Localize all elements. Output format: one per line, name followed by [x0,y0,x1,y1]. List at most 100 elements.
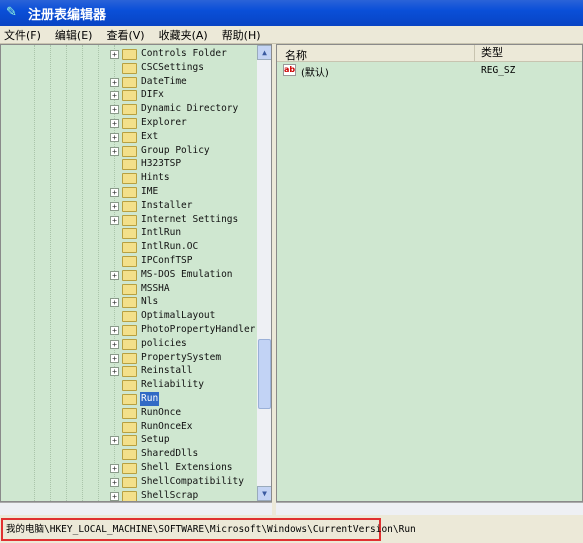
expand-icon[interactable]: + [110,339,119,349]
tree-vertical-scrollbar[interactable]: ▲ ▼ [257,45,271,501]
expand-icon[interactable]: + [110,132,119,142]
expand-icon[interactable]: + [110,326,119,335]
menu-favorites[interactable]: 收藏夹(A) [159,27,208,43]
menu-help[interactable]: 帮助(H) [222,27,261,43]
key-tree: + Controls Folder CSCSettings + DateTime + DIF… [0,44,272,502]
tree-item[interactable]: + DIFx [1,88,256,102]
tree-item[interactable]: IntlRun.OC [1,240,256,254]
tree-item[interactable]: + Internet Settings [1,213,256,227]
status-path: 我的电脑\HKEY_LOCAL_MACHINE\SOFTWARE\Microso… [1,518,416,541]
tree-horizontal-scrollbar[interactable] [0,502,272,515]
tree-item[interactable]: RunOnceEx [1,420,256,434]
expand-icon[interactable]: + [110,105,119,115]
tree-item[interactable]: Reliability [1,378,256,392]
expand-icon[interactable]: + [110,50,119,59]
tree-item[interactable]: + Explorer [1,116,256,130]
tree-item[interactable]: + IME [1,185,256,199]
folder-icon [122,297,137,309]
value-name: (默认) [301,68,329,79]
tree-item[interactable]: + Nls [1,295,256,309]
expand-icon[interactable]: + [110,77,119,87]
tree-item[interactable]: + Installer [1,199,256,213]
tree-item[interactable]: Run [1,392,256,406]
tree-item[interactable]: IntlRun [1,226,256,240]
string-value-icon: ab [283,64,296,76]
expand-icon[interactable]: + [110,367,119,377]
tree-item[interactable]: + Dynamic Directory [1,102,256,116]
tree-item-label: Setup [141,434,170,446]
tree-item[interactable]: + PhotoPropertyHandler [1,323,256,337]
expand-icon[interactable]: + [110,270,119,280]
expand-icon[interactable]: + [110,353,119,363]
tree-item-label: IME [141,186,159,197]
folder-icon [122,476,137,488]
folder-icon [122,62,137,74]
tree-item[interactable]: + Group Policy [1,144,256,158]
tree-item-label: Ext [141,130,159,142]
tree-item-label: RunOnce [141,406,182,418]
tree-item[interactable]: + DateTime [1,75,256,89]
folder-icon [122,145,137,157]
tree-item-label: IPConfTSP [141,255,193,266]
tree-item[interactable]: RunOnce [1,406,256,420]
folder-icon [122,214,137,226]
tree-item[interactable]: IPConfTSP [1,254,256,268]
tree-item-label: RunOnceEx [141,420,193,432]
expand-icon[interactable]: + [110,146,119,156]
menu-edit[interactable]: 编辑(E) [55,27,93,43]
tree-item[interactable]: H323TSP [1,157,256,171]
folder-icon [122,228,137,240]
value-row[interactable]: ab (默认) REG_SZ [277,62,582,79]
values-horizontal-scrollbar[interactable] [276,502,583,515]
folder-icon [122,435,137,447]
tree-item[interactable]: + Controls Folder [1,47,256,61]
expand-icon[interactable]: + [110,215,119,225]
menu-file[interactable]: 文件(F) [4,27,41,43]
tree-item[interactable]: + policies [1,337,256,351]
menu-view[interactable]: 查看(V) [106,27,144,43]
scroll-up-button[interactable]: ▲ [257,45,271,60]
tree-item-label: Nls [141,296,159,308]
scroll-thumb[interactable] [258,339,271,409]
tree-item[interactable]: + Setup [1,433,256,447]
expand-icon[interactable]: + [110,201,119,211]
tree-item-label: Dynamic Directory [141,103,239,115]
expand-icon[interactable]: + [110,188,119,197]
values-header: 名称 类型 [277,45,582,62]
expand-icon[interactable]: + [110,477,119,487]
folder-icon [122,352,137,364]
tree-item[interactable]: + ShellScrap [1,489,256,501]
expand-icon[interactable]: + [110,491,119,501]
window-title: 注册表编辑器 [28,7,107,23]
tree-item[interactable]: + ShellCompatibility [1,475,256,489]
tree-item[interactable]: + PropertySystem [1,351,256,365]
tree-item[interactable]: SharedDlls [1,447,256,461]
tree-item[interactable]: CSCSettings [1,61,256,75]
expand-icon[interactable]: + [110,119,119,128]
folder-icon [122,187,137,198]
scroll-down-button[interactable]: ▼ [257,486,271,501]
tree-item[interactable]: + Ext [1,130,256,144]
status-bar: 我的电脑\HKEY_LOCAL_MACHINE\SOFTWARE\Microso… [0,515,583,543]
expand-icon[interactable]: + [110,464,119,473]
expand-icon[interactable]: + [110,91,119,101]
tree-item-label: Reliability [141,379,204,391]
folder-icon [122,131,137,143]
folder-icon [122,200,137,212]
tree-item-label: Explorer [141,117,187,128]
column-type[interactable]: 类型 [474,45,503,62]
column-name[interactable]: 名称 [285,47,307,63]
tree-item[interactable]: + Reinstall [1,364,256,378]
folder-icon [122,256,137,267]
expand-icon[interactable]: + [110,436,119,446]
folder-icon [122,338,137,350]
expand-icon[interactable]: + [110,298,119,308]
folder-icon [122,269,137,281]
tree-item[interactable]: Hints [1,171,256,185]
tree-item[interactable]: OptimalLayout [1,309,256,323]
tree-item[interactable]: + MS-DOS Emulation [1,268,256,282]
tree-item[interactable]: MSSHA [1,282,256,296]
title-bar: ✎ 注册表编辑器 [0,0,583,26]
tree-item[interactable]: + Shell Extensions [1,461,256,475]
folder-icon [122,242,137,254]
